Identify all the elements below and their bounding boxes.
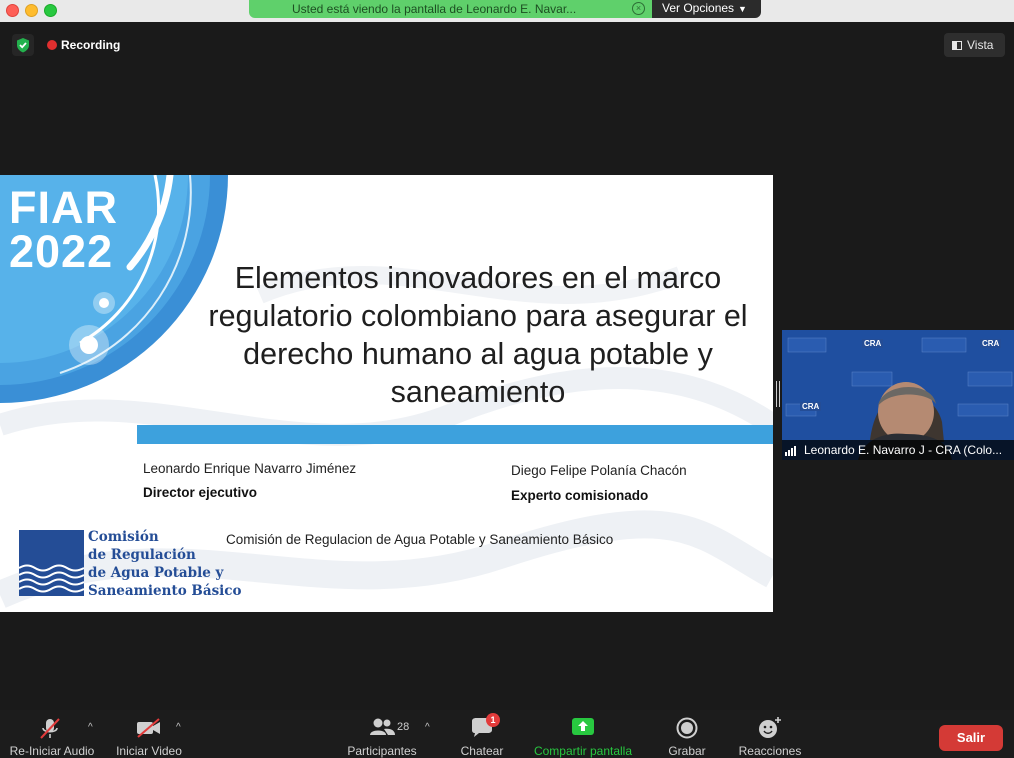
video-options-caret-icon[interactable]: ^ [176,722,181,733]
reactions-button[interactable]: Reacciones [734,710,806,758]
signal-strength-icon [785,445,799,456]
speaker-name-bar: Leonardo E. Navarro J - CRA (Colo... [782,440,1014,460]
leave-meeting-button[interactable]: Salir [939,725,1003,751]
share-screen-button[interactable]: Compartir pantalla [526,710,640,758]
participants-icon [370,718,395,735]
video-off-icon [137,718,160,738]
presenter2-role: Experto comisionado [511,488,649,503]
cra-logo-line4: Saneamiento Básico [88,583,242,599]
backdrop-cra-label-1: CRA [862,339,884,348]
audio-options-caret-icon[interactable]: ^ [88,722,93,733]
record-button-label: Grabar [668,744,706,758]
zoom-window: Usted está viendo la pantalla de Leonard… [0,0,1014,758]
muted-microphone-icon [40,718,60,739]
meeting-toolbar: Re-Iniciar Audio ^ Iniciar Video ^ 28 Pa… [0,710,1014,758]
recording-dot-icon [47,40,57,50]
view-button-label: Vista [967,38,994,52]
share-screen-icon [572,718,594,735]
record-button[interactable]: Grabar [660,710,714,758]
chat-unread-badge: 1 [486,713,500,727]
view-button[interactable]: Vista [944,33,1005,57]
panel-resize-handle[interactable] [776,381,780,407]
cra-logo-line3: de Agua Potable y [88,565,224,581]
view-layout-icon [952,41,962,50]
chat-button-label: Chatear [460,744,504,758]
presenter2-name: Diego Felipe Polanía Chacón [511,463,687,478]
video-button-label: Iniciar Video [116,744,182,758]
presenter1-name: Leonardo Enrique Navarro Jiménez [143,461,357,476]
audio-button[interactable]: Re-Iniciar Audio [0,710,104,758]
chat-button[interactable]: 1 Chatear [452,710,512,758]
backdrop-cra-label-3: CRA [800,402,822,411]
slide-title: Elementos innovadores en el marco regula… [208,261,748,409]
backdrop-cra-label-2: CRA [980,339,1002,348]
video-button[interactable]: Iniciar Video [108,710,190,758]
fiar-logo-line2: 2022 [9,226,114,277]
cra-logo-icon [18,530,85,596]
audio-button-label: Re-Iniciar Audio [9,744,95,758]
cra-logo-line2: de Regulación [88,547,196,563]
minimize-window-button[interactable] [25,4,38,17]
participants-button[interactable]: 28 Participantes [340,710,424,758]
participants-button-label: Participantes [347,744,417,758]
participants-options-caret-icon[interactable]: ^ [425,722,430,733]
record-icon [676,717,698,739]
close-window-button[interactable] [6,4,19,17]
reactions-icon [759,717,781,738]
speaker-name: Leonardo E. Navarro J - CRA (Colo... [804,443,1003,457]
presenter1-role: Director ejecutivo [143,485,258,500]
slide-accent-bar [137,425,773,444]
screen-share-banner: Usted está viendo la pantalla de Leonard… [249,0,652,18]
participants-count: 28 [397,721,410,733]
view-options-label: Ver Opciones [662,1,735,15]
share-screen-button-label: Compartir pantalla [533,744,633,758]
speaker-video-tile[interactable]: CRA CRA CRA Leonardo E. Navarro J - CRA … [782,330,1014,460]
chevron-down-icon: ▼ [738,4,747,14]
reactions-button-label: Reacciones [738,744,802,758]
security-shield-icon[interactable] [12,34,34,56]
shared-slide: FIAR 2022 Elementos innovadores en el ma… [0,175,773,612]
screen-share-banner-text: Usted está viendo la pantalla de Leonard… [292,2,577,16]
maximize-window-button[interactable] [44,4,57,17]
recording-label[interactable]: Recording [61,38,120,52]
organization-name: Comisión de Regulacion de Agua Potable y… [226,532,614,547]
title-bar: Usted está viendo la pantalla de Leonard… [0,0,1014,22]
stop-share-icon[interactable]: × [632,2,645,15]
view-options-button[interactable]: Ver Opciones ▼ [652,0,761,18]
